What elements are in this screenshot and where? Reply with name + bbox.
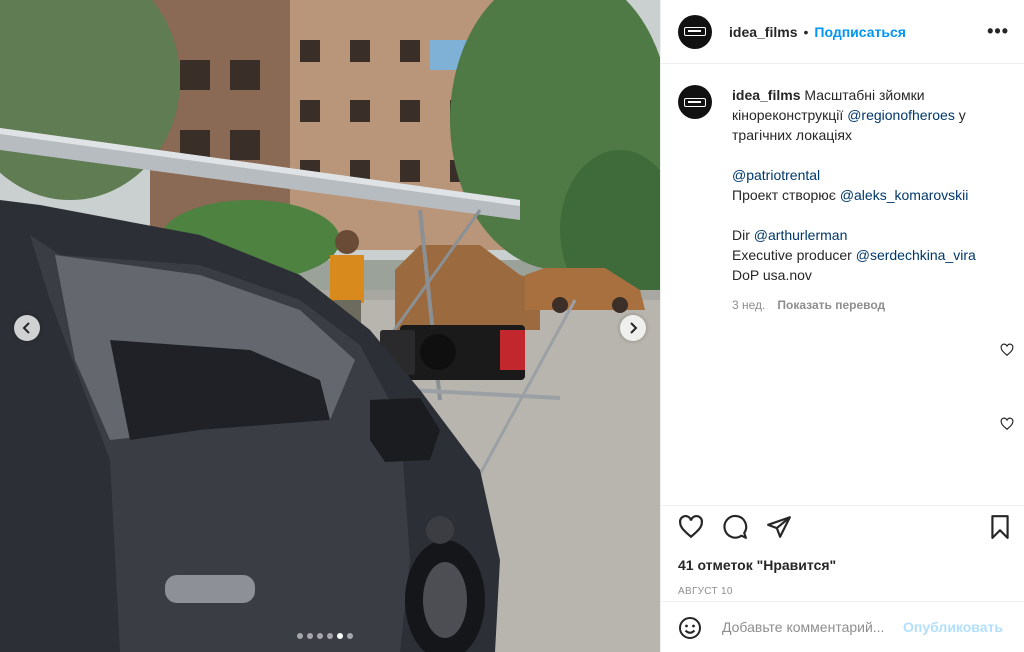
follow-button[interactable]: Подписаться — [814, 24, 906, 40]
caption-exec: Executive producer — [732, 247, 852, 263]
caption-meta: 3 нед. Показать перевод — [732, 295, 1012, 315]
translate-button[interactable]: Показать перевод — [777, 295, 885, 315]
post-actions — [661, 505, 1024, 545]
carousel-dot — [327, 633, 333, 639]
post-header: idea_films • Подписаться ••• — [661, 0, 1024, 64]
publish-button[interactable]: Опубликовать — [903, 619, 1003, 635]
caption-avatar[interactable] — [678, 85, 712, 119]
heart-icon[interactable] — [678, 514, 704, 540]
share-icon[interactable] — [766, 514, 792, 540]
caption-dir: Dir — [732, 227, 750, 243]
photo-scene — [0, 0, 660, 652]
carousel-next-button[interactable] — [620, 315, 646, 341]
post-side-panel: idea_films • Подписаться ••• idea_films … — [660, 0, 1024, 652]
add-comment-bar: Опубликовать — [661, 601, 1024, 652]
post-age: 3 нед. — [732, 298, 766, 312]
caption-dop: DoP usa.nov — [732, 267, 812, 283]
emoji-icon[interactable] — [678, 616, 702, 640]
chevron-right-icon — [630, 322, 638, 334]
bookmark-icon[interactable] — [987, 514, 1013, 540]
brand-logo — [684, 27, 706, 36]
more-options-button[interactable]: ••• — [987, 22, 1009, 40]
chevron-left-icon — [22, 322, 30, 334]
carousel-prev-button[interactable] — [14, 315, 40, 341]
comment-icon[interactable] — [722, 514, 748, 540]
carousel-dots — [297, 633, 353, 639]
heart-icon[interactable] — [1000, 417, 1014, 431]
caption-username[interactable]: idea_films — [732, 87, 800, 103]
mention-link[interactable]: @regionofheroes — [847, 107, 955, 123]
caption-text: idea_films Масштабні зйомки кінореконстр… — [732, 85, 1012, 315]
avatar[interactable] — [678, 14, 712, 49]
comments-area[interactable]: idea_films Масштабні зйомки кінореконстр… — [661, 65, 1024, 505]
mention-link[interactable]: @arthurlerman — [754, 227, 848, 243]
carousel-dot — [337, 633, 343, 639]
mention-link[interactable]: @patriotrental — [732, 167, 820, 183]
header-username[interactable]: idea_films — [729, 24, 797, 40]
likes-count[interactable]: 41 отметок "Нравится" — [678, 557, 836, 573]
carousel-dot — [317, 633, 323, 639]
header-separator: • — [803, 23, 809, 40]
comment-input[interactable] — [722, 617, 902, 637]
caption-project: Проект створює — [732, 187, 836, 203]
mention-link[interactable]: @aleks_komarovskii — [840, 187, 969, 203]
heart-icon[interactable] — [1000, 343, 1014, 357]
post-photo[interactable] — [0, 0, 660, 652]
carousel-dot — [307, 633, 313, 639]
carousel-dot — [347, 633, 353, 639]
brand-logo — [684, 97, 706, 107]
mention-link[interactable]: @serdechkina_vira — [856, 247, 976, 263]
carousel-dot — [297, 633, 303, 639]
post-date[interactable]: АВГУСТ 10 — [678, 586, 733, 597]
caption-row: idea_films Масштабні зйомки кінореконстр… — [678, 85, 1012, 315]
